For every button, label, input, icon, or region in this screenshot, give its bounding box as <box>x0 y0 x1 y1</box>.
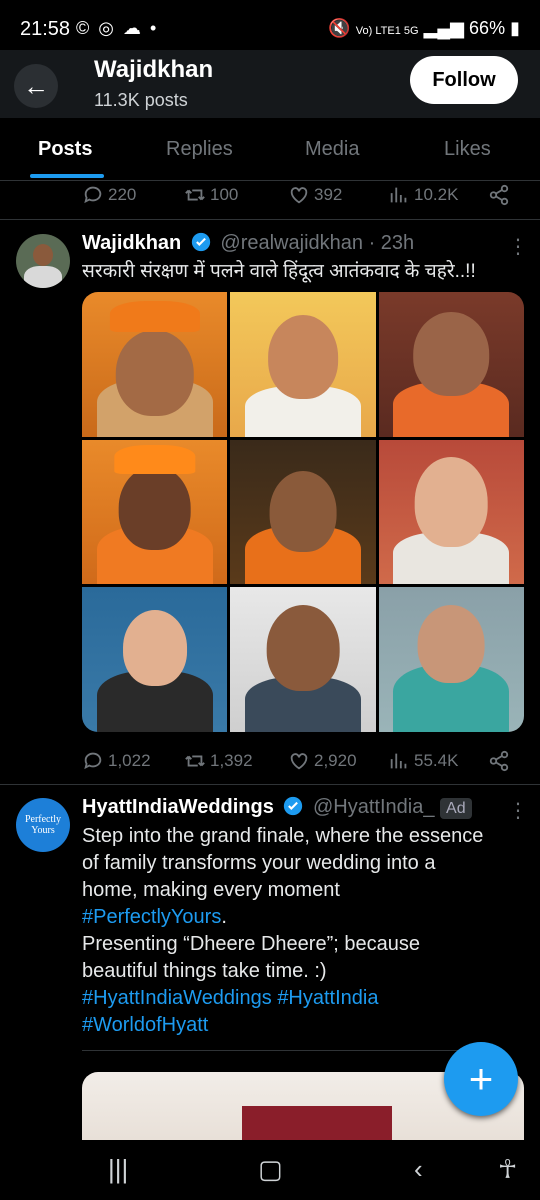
ad-text-line: Step into the grand finale, where the es… <box>82 825 484 847</box>
tweet-text: सरकारी संरक्षण में पलने वाले हिंदूत्व आत… <box>82 261 476 282</box>
status-right: 🔇 Vo) LTE1 5G ▂▄▆ 66% ▮ <box>328 18 520 39</box>
accessibility-icon[interactable]: ☥ <box>498 1154 517 1185</box>
ad-text-line: beautiful things take time. :) <box>82 960 327 982</box>
signal-icon: ▂▄▆ <box>423 18 465 38</box>
ad-text-line: Presenting “Dheere Dheere”; because <box>82 933 420 955</box>
reply-button[interactable]: 1,022 <box>82 750 151 772</box>
image-tile[interactable] <box>230 587 376 732</box>
share-button[interactable] <box>488 184 510 206</box>
ad-badge: Ad <box>440 798 472 819</box>
more-options-icon[interactable]: ⋮ <box>508 798 528 823</box>
profile-tabs: Posts Replies Media Likes <box>0 118 540 181</box>
verified-badge-icon <box>191 232 211 252</box>
hashtag-link[interactable]: #PerfectlyYours <box>82 906 221 928</box>
views-button[interactable]: 55.4K <box>388 750 458 772</box>
tab-likes[interactable]: Likes <box>444 138 491 161</box>
back-nav-icon[interactable]: ‹ <box>414 1154 423 1185</box>
image-tile[interactable] <box>230 439 376 585</box>
tab-media[interactable]: Media <box>305 138 359 161</box>
profile-header: ← Wajidkhan 11.3K posts Follow <box>0 50 540 118</box>
advertiser-logo-text: Perfectly Yours <box>24 814 62 836</box>
image-tile[interactable] <box>230 292 376 437</box>
back-arrow-icon: ← <box>23 70 49 101</box>
heart-icon <box>290 753 308 770</box>
system-nav-bar: ||| ▢ ‹ ☥ <box>0 1140 540 1200</box>
tab-replies[interactable]: Replies <box>166 138 233 161</box>
follow-button[interactable]: Follow <box>410 56 518 104</box>
divider <box>82 1050 462 1051</box>
divider <box>0 784 540 785</box>
like-button[interactable]: 392 <box>288 184 342 206</box>
reply-icon <box>84 752 102 770</box>
author-handle[interactable]: @HyattIndia_ <box>313 796 434 818</box>
views-button[interactable]: 10.2K <box>388 184 458 206</box>
ad-text-line: of family transforms your wedding into a <box>82 852 436 874</box>
tweet-author-row: HyattIndiaWeddings @HyattIndia_ Ad <box>82 796 472 819</box>
avatar[interactable] <box>16 234 70 288</box>
image-tile[interactable] <box>82 439 228 585</box>
hashtag-link[interactable]: #HyattIndiaWeddings <box>82 987 272 1009</box>
tweet-author-row: Wajidkhan @realwajidkhan · 23h <box>82 232 414 255</box>
tweet-actions: 1,022 1,392 2,920 55.4K <box>0 744 540 784</box>
repost-button[interactable]: 100 <box>184 184 238 206</box>
repost-icon <box>185 189 205 201</box>
divider <box>0 219 540 220</box>
like-button[interactable]: 2,920 <box>288 750 357 772</box>
image-tile[interactable] <box>82 587 228 732</box>
compose-button[interactable]: + <box>444 1042 518 1116</box>
tweet-image-grid[interactable] <box>82 292 524 732</box>
mute-icon: 🔇 <box>328 18 351 38</box>
heart-icon <box>290 187 308 204</box>
hashtag-link[interactable]: #HyattIndia <box>277 987 378 1009</box>
share-button[interactable] <box>488 750 510 772</box>
author-handle[interactable]: @realwajidkhan <box>220 232 363 254</box>
repost-icon <box>185 755 205 767</box>
views-count: 55.4K <box>414 751 459 770</box>
plus-icon: + <box>468 1055 494 1102</box>
image-tile[interactable] <box>378 587 524 732</box>
status-time: 21:58 <box>20 18 71 40</box>
share-icon <box>489 184 509 206</box>
reply-count: 1,022 <box>108 751 151 770</box>
like-count: 392 <box>314 185 343 204</box>
tweet-time: · 23h <box>368 232 415 254</box>
profile-title: Wajidkhan <box>94 56 214 83</box>
more-options-icon[interactable]: ⋮ <box>508 234 528 259</box>
prev-tweet-actions: 220 100 392 10.2K <box>0 178 540 218</box>
repost-count: 100 <box>210 185 239 204</box>
reply-count: 220 <box>108 185 137 204</box>
share-icon <box>489 750 509 772</box>
battery-icon: ▮ <box>510 18 520 38</box>
ad-text-punct: . <box>221 906 227 928</box>
repost-button[interactable]: 1,392 <box>184 750 253 772</box>
reply-button[interactable]: 220 <box>82 184 136 206</box>
views-count: 10.2K <box>414 185 459 204</box>
home-icon[interactable]: ▢ <box>258 1154 283 1185</box>
network-indicator: Vo) LTE1 5G <box>355 25 419 37</box>
repost-count: 1,392 <box>210 751 253 770</box>
image-tile[interactable] <box>378 292 524 437</box>
hashtag-link[interactable]: #WorldofHyatt <box>82 1014 208 1036</box>
tab-posts[interactable]: Posts <box>38 138 92 161</box>
recent-apps-icon[interactable]: ||| <box>108 1154 128 1185</box>
ad-text: Step into the grand finale, where the es… <box>82 823 527 1039</box>
author-name[interactable]: HyattIndiaWeddings <box>82 796 274 818</box>
like-count: 2,920 <box>314 751 357 770</box>
back-button[interactable]: ← <box>14 64 58 108</box>
reply-icon <box>84 186 102 204</box>
views-icon <box>390 187 407 203</box>
ad-text-line: home, making every moment <box>82 879 340 901</box>
image-tile[interactable] <box>378 439 524 585</box>
author-name[interactable]: Wajidkhan <box>82 232 181 254</box>
post-count: 11.3K posts <box>94 90 188 110</box>
verified-badge-icon <box>284 796 303 816</box>
advertiser-avatar[interactable]: Perfectly Yours <box>16 798 70 852</box>
views-icon <box>390 753 407 769</box>
battery-percent: 66% <box>469 18 506 38</box>
image-tile[interactable] <box>82 292 228 437</box>
notification-icons: © ◎ ☁ • <box>76 18 159 38</box>
